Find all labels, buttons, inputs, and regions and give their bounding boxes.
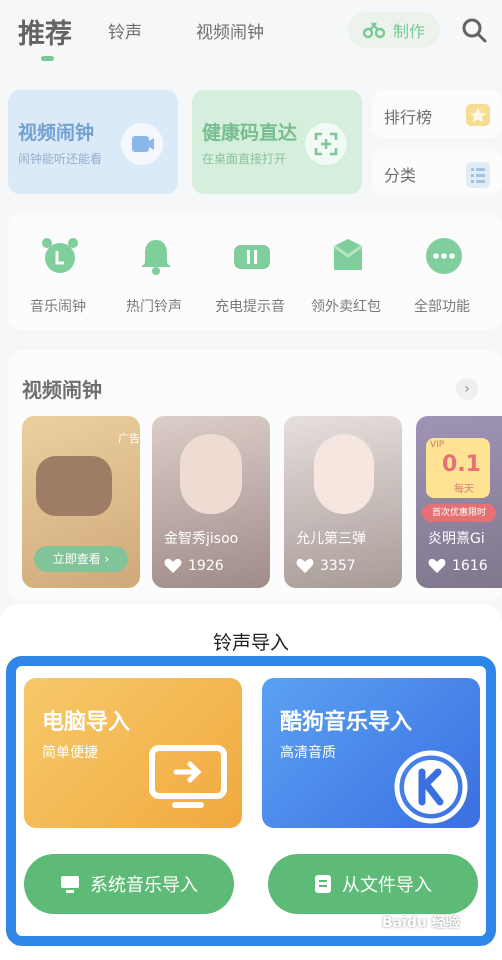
ringtone-import-sheet: 铃声导入 电脑导入 简单便捷 酷狗音乐导入 高清音质 系统音乐导入 从文件导入: [0, 604, 502, 960]
highlight-frame: [6, 656, 496, 946]
sheet-title: 铃声导入: [212, 632, 289, 654]
watermark: Baidu 经验: [382, 915, 460, 931]
